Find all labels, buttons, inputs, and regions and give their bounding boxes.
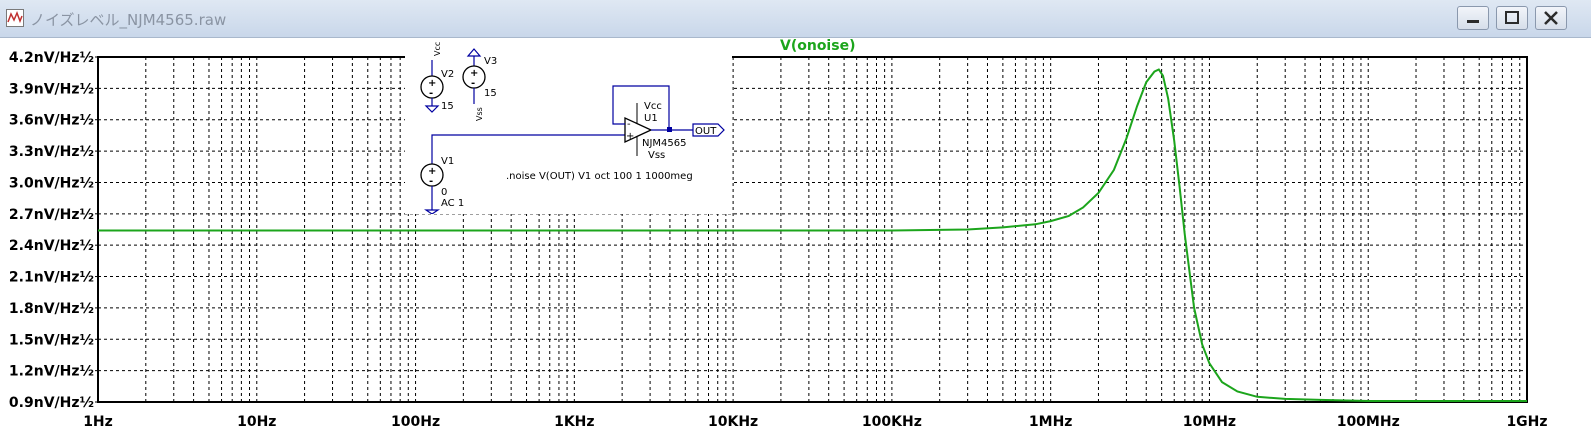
v2-net-label: Vcc xyxy=(433,42,442,56)
u1-model: NJM4565 xyxy=(642,138,687,149)
y-tick-label: 3.3nV/Hz½ xyxy=(9,144,94,160)
y-tick-label: 3.9nV/Hz½ xyxy=(9,81,94,97)
y-tick-label: 0.9nV/Hz½ xyxy=(9,395,94,411)
v3-value: 15 xyxy=(484,88,497,99)
x-tick-label: 10MHz xyxy=(1183,414,1236,430)
x-tick-label: 1GHz xyxy=(1506,414,1547,430)
v1-ac: AC 1 xyxy=(441,198,464,209)
u1-vss-label: Vss xyxy=(648,150,665,161)
x-axis-ticks: 1Hz 10Hz 100Hz 1KHz 10KHz 100KHz 1MHz 10MHz 100M… xyxy=(83,414,1547,430)
out-label: OUT xyxy=(695,126,717,137)
waveform-app-icon[interactable] xyxy=(6,9,24,27)
trace-onoise[interactable] xyxy=(98,68,1527,402)
x-tick-label: 100MHz xyxy=(1337,414,1400,430)
title-bar: ノイズレベル_NJM4565.raw xyxy=(0,0,1591,38)
x-tick-label: 10KHz xyxy=(708,414,758,430)
x-tick-label: 100KHz xyxy=(862,414,922,430)
v3-minus: - xyxy=(471,78,475,89)
v2-minus: - xyxy=(429,88,433,99)
v1-minus: - xyxy=(429,176,433,187)
y-tick-label: 1.5nV/Hz½ xyxy=(9,332,94,348)
y-tick-label: 4.2nV/Hz½ xyxy=(9,50,94,66)
y-tick-label: 2.1nV/Hz½ xyxy=(9,270,94,286)
x-tick-label: 1MHz xyxy=(1029,414,1073,430)
x-tick-label: 10Hz xyxy=(237,414,276,430)
y-axis-ticks: 4.2nV/Hz½ 3.9nV/Hz½ 3.6nV/Hz½ 3.3nV/Hz½ 3.0n… xyxy=(9,50,98,411)
plot-area[interactable]: 4.2nV/Hz½ 3.9nV/Hz½ 3.6nV/Hz½ 3.3nV/Hz½ 3.0n… xyxy=(0,38,1591,445)
y-tick-label: 2.7nV/Hz½ xyxy=(9,207,94,223)
u1-plus-pin: + xyxy=(626,131,634,142)
v1-label: V1 xyxy=(441,156,454,167)
x-tick-label: 1KHz xyxy=(554,414,594,430)
maximize-button[interactable] xyxy=(1496,6,1528,30)
x-tick-label: 1Hz xyxy=(83,414,113,430)
x-tick-label: 100Hz xyxy=(391,414,440,430)
u1-vcc-label: Vcc xyxy=(644,101,662,112)
y-tick-label: 1.8nV/Hz½ xyxy=(9,301,94,317)
schematic-overlay: Vcc + - V2 15 + - Vss V3 15 + - V1 0 AC … xyxy=(405,38,732,214)
y-tick-label: 1.2nV/Hz½ xyxy=(9,364,94,380)
maximize-icon xyxy=(1505,11,1519,24)
y-tick-label: 3.6nV/Hz½ xyxy=(9,113,94,129)
close-button[interactable] xyxy=(1535,6,1567,30)
v3-label: V3 xyxy=(484,56,497,67)
v2-value: 15 xyxy=(441,101,454,112)
minimize-button[interactable] xyxy=(1457,6,1489,30)
v1-value: 0 xyxy=(441,187,447,198)
v3-source[interactable]: + - Vss V3 15 xyxy=(462,48,497,121)
out-port[interactable]: OUT xyxy=(692,123,725,137)
close-icon xyxy=(1544,11,1558,25)
v2-source[interactable]: Vcc + - V2 15 xyxy=(420,42,454,113)
v3-net-label: Vss xyxy=(475,107,484,121)
minimize-icon xyxy=(1467,20,1479,23)
y-tick-label: 2.4nV/Hz½ xyxy=(9,238,94,254)
u1-label: U1 xyxy=(644,113,658,124)
window-title: ノイズレベル_NJM4565.raw xyxy=(30,11,227,29)
y-tick-label: 3.0nV/Hz½ xyxy=(9,175,94,191)
trace-title[interactable]: V(onoise) xyxy=(780,38,855,54)
u1-opamp[interactable]: - + Vcc U1 NJM4565 Vss xyxy=(612,85,693,161)
u1-minus-pin: - xyxy=(627,119,631,130)
noise-directive[interactable]: .noise V(OUT) V1 oct 100 1 1000meg xyxy=(506,171,693,182)
v2-label: V2 xyxy=(441,69,454,80)
